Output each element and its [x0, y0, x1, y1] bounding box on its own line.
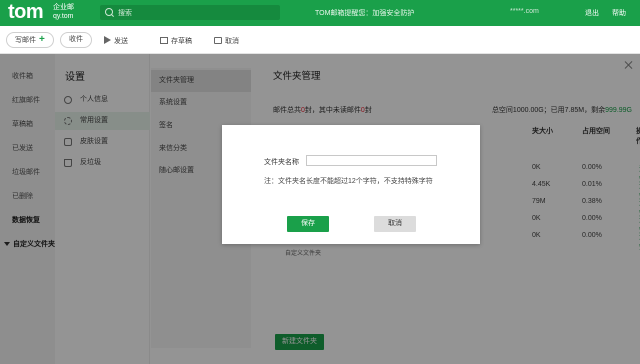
help-link[interactable]: 帮助 — [612, 8, 626, 18]
cancel-label: 取消 — [225, 38, 239, 45]
cancel-icon — [214, 37, 222, 44]
search-icon[interactable] — [105, 8, 113, 16]
send-icon — [104, 36, 111, 44]
draft-icon — [160, 37, 168, 44]
security-notice[interactable]: TOM邮箱提醒您：加强安全防护 — [315, 8, 414, 18]
write-mail-label: 写邮件 — [15, 37, 36, 44]
send-label: 发送 — [114, 38, 128, 45]
folder-name-note: 注：文件夹名长度不能超过12个字符，不支持特殊字符 — [264, 178, 433, 185]
new-folder-dialog: 文件夹名称 注：文件夹名长度不能超过12个字符，不支持特殊字符 保存 取消 — [222, 125, 480, 244]
plus-icon: + — [39, 34, 45, 45]
save-draft-button[interactable]: 存草稿 — [160, 36, 192, 46]
dialog-cancel-button[interactable]: 取消 — [374, 216, 416, 232]
save-button[interactable]: 保存 — [287, 216, 329, 232]
search-placeholder[interactable]: 搜索 — [118, 8, 132, 18]
search-box[interactable]: 搜索 — [100, 5, 280, 20]
logo-sub-line-1: 企业邮 — [53, 4, 74, 11]
logo-subtitle: 企业邮 qy.tom — [53, 3, 74, 21]
save-draft-label: 存草稿 — [171, 38, 192, 45]
logo[interactable]: tom — [8, 1, 44, 24]
receive-label: 收件 — [69, 36, 83, 43]
write-mail-button[interactable]: 写邮件 + — [6, 32, 54, 48]
folder-name-input[interactable] — [306, 155, 437, 166]
toolbar: 写邮件 + 收件 发送 存草稿 取消 — [0, 26, 640, 54]
user-email: *****.com — [510, 8, 539, 15]
logo-sub-line-2: qy.tom — [53, 13, 74, 20]
logout-link[interactable]: 退出 — [585, 8, 599, 18]
send-button[interactable]: 发送 — [104, 36, 128, 46]
top-bar: tom 企业邮 qy.tom 搜索 TOM邮箱提醒您：加强安全防护 *****.… — [0, 0, 640, 26]
folder-name-label: 文件夹名称 — [264, 159, 299, 166]
cancel-button[interactable]: 取消 — [214, 36, 239, 46]
receive-button[interactable]: 收件 — [60, 32, 92, 48]
